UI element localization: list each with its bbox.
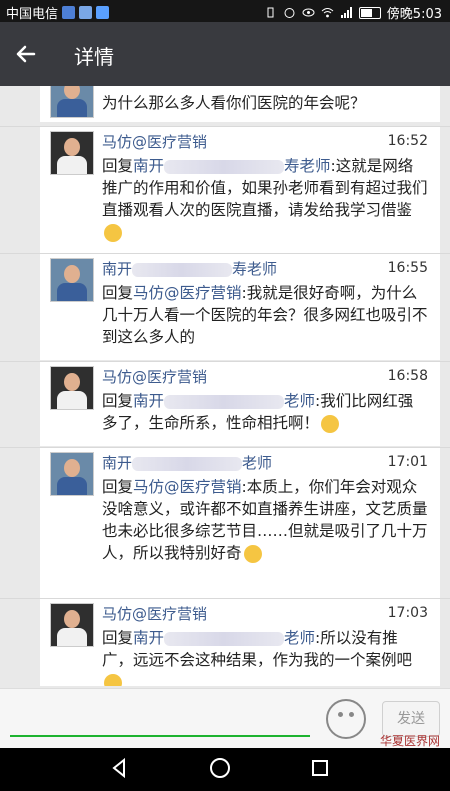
emoji-icon: [104, 223, 122, 242]
blurred-name: [164, 159, 285, 174]
blurred-name: [132, 456, 243, 471]
comment-author[interactable]: 南开 老师: [102, 452, 272, 473]
emoji-icon: [321, 414, 340, 433]
top-bar: 详情: [0, 22, 450, 86]
page-title: 详情: [74, 45, 114, 69]
eye-icon: [302, 6, 315, 19]
comment-body: 回复马仿@医疗营销:我就是很好奇啊，为什么几十万人看一个医院的年会？很多网红也吸…: [102, 282, 428, 348]
comment-body: 回复南开 寿老师:这就是网络推广的作用和价值，如果孙老师看到有超过我们直播观看人次…: [102, 155, 428, 243]
author-name-right: 老师: [242, 454, 273, 472]
list-item: 南开 老师 17:01 回复马仿@医疗营销:本质上，你们年会对观众没啥意义，或许都…: [40, 448, 440, 598]
clock: 傍晚5:03: [386, 7, 442, 22]
avatar[interactable]: [50, 452, 94, 496]
notification-icon: [62, 6, 76, 19]
avatar[interactable]: [50, 258, 94, 302]
battery-icon: [358, 6, 381, 19]
author-name-left: 南开: [102, 454, 133, 472]
reply-to-name[interactable]: 南开: [133, 157, 164, 175]
comment-author[interactable]: 马仿@医疗营销: [102, 131, 207, 152]
emoji-icon: [243, 544, 262, 563]
watermark: 华夏医界网: [379, 734, 440, 748]
list-item: 马仿@医疗营销 17:03 回复南开 老师:所以没有推广，远远不会这种结果，作为我…: [40, 599, 440, 686]
avatar[interactable]: [50, 131, 94, 175]
comment-time: 16:55: [387, 260, 428, 276]
reply-to-name[interactable]: 马仿@医疗营销: [133, 284, 242, 302]
status-bar: 中国电信 傍晚5:03: [0, 0, 450, 22]
home-icon[interactable]: [208, 756, 232, 780]
comment-time: 17:03: [387, 605, 428, 621]
gallery-icon: [79, 6, 93, 19]
reply-to-name-suffix[interactable]: 老师: [284, 629, 315, 647]
author-name-right: 寿老师: [232, 260, 278, 278]
comment-time: 16:52: [387, 133, 428, 149]
alarm-icon: [283, 6, 296, 19]
comment-list[interactable]: 为什么那么多人看你们医院的年会呢？ 马仿@医疗营销 16:52 回复南开 寿老师:…: [0, 86, 450, 686]
avatar[interactable]: [50, 366, 94, 410]
reply-prefix: 回复: [102, 284, 134, 302]
comment-author[interactable]: 马仿@医疗营销: [102, 603, 207, 624]
blurred-name: [164, 394, 285, 409]
avatar[interactable]: [50, 86, 94, 118]
comment-author[interactable]: 马仿@医疗营销: [102, 366, 207, 387]
comment-author[interactable]: 南开 寿老师: [102, 258, 277, 279]
reply-to-name[interactable]: 南开: [133, 629, 164, 647]
author-name-left: 南开: [102, 260, 133, 278]
blurred-name: [132, 262, 233, 277]
comment-text: 为什么那么多人看你们医院的年会呢？: [102, 94, 366, 112]
list-item: 为什么那么多人看你们医院的年会呢？: [40, 86, 440, 122]
vibrate-icon: [264, 6, 277, 19]
carrier-label: 中国电信: [6, 7, 59, 22]
back-arrow-icon[interactable]: [10, 38, 42, 70]
list-item: 马仿@医疗营销 16:52 回复南开 寿老师:这就是网络推广的作用和价值，如果孙老…: [40, 127, 440, 253]
reply-to-name[interactable]: 马仿@医疗营销: [133, 478, 242, 496]
comment-body: 回复南开 老师:所以没有推广，远远不会这种结果，作为我的一个案例吧: [102, 627, 428, 686]
emoji-picker-icon[interactable]: [326, 699, 366, 739]
comment-body: 回复马仿@医疗营销:本质上，你们年会对观众没啥意义，或许都不如直播养生讲座，文艺…: [102, 476, 428, 564]
list-item: 马仿@医疗营销 16:58 回复南开 老师:我们比网红强多了，生命所系，性命相托啊…: [40, 362, 440, 446]
avatar[interactable]: [50, 603, 94, 647]
reply-prefix: 回复: [102, 392, 134, 410]
comment-time: 17:01: [387, 454, 428, 470]
emoji-icon: [104, 673, 122, 686]
list-item: 南开 寿老师 16:55 回复马仿@医疗营销:我就是很好奇啊，为什么几十万人看一个…: [40, 254, 440, 360]
app-icon: [96, 6, 110, 19]
signal-icon: [340, 6, 353, 19]
reply-prefix: 回复: [102, 157, 134, 175]
reply-to-name-suffix[interactable]: 寿老师: [284, 157, 331, 175]
reply-prefix: 回复: [102, 629, 134, 647]
system-nav-bar: [0, 748, 450, 791]
back-icon[interactable]: [108, 756, 132, 780]
comment-time: 16:58: [387, 368, 428, 384]
blurred-name: [164, 631, 285, 646]
reply-prefix: 回复: [102, 478, 134, 496]
reply-to-name-suffix[interactable]: 老师: [284, 392, 315, 410]
reply-to-name[interactable]: 南开: [133, 392, 164, 410]
comment-body: 回复南开 老师:我们比网红强多了，生命所系，性命相托啊！: [102, 390, 428, 434]
wifi-icon: [321, 6, 334, 19]
recents-icon[interactable]: [308, 756, 332, 780]
comment-input[interactable]: [10, 735, 310, 737]
